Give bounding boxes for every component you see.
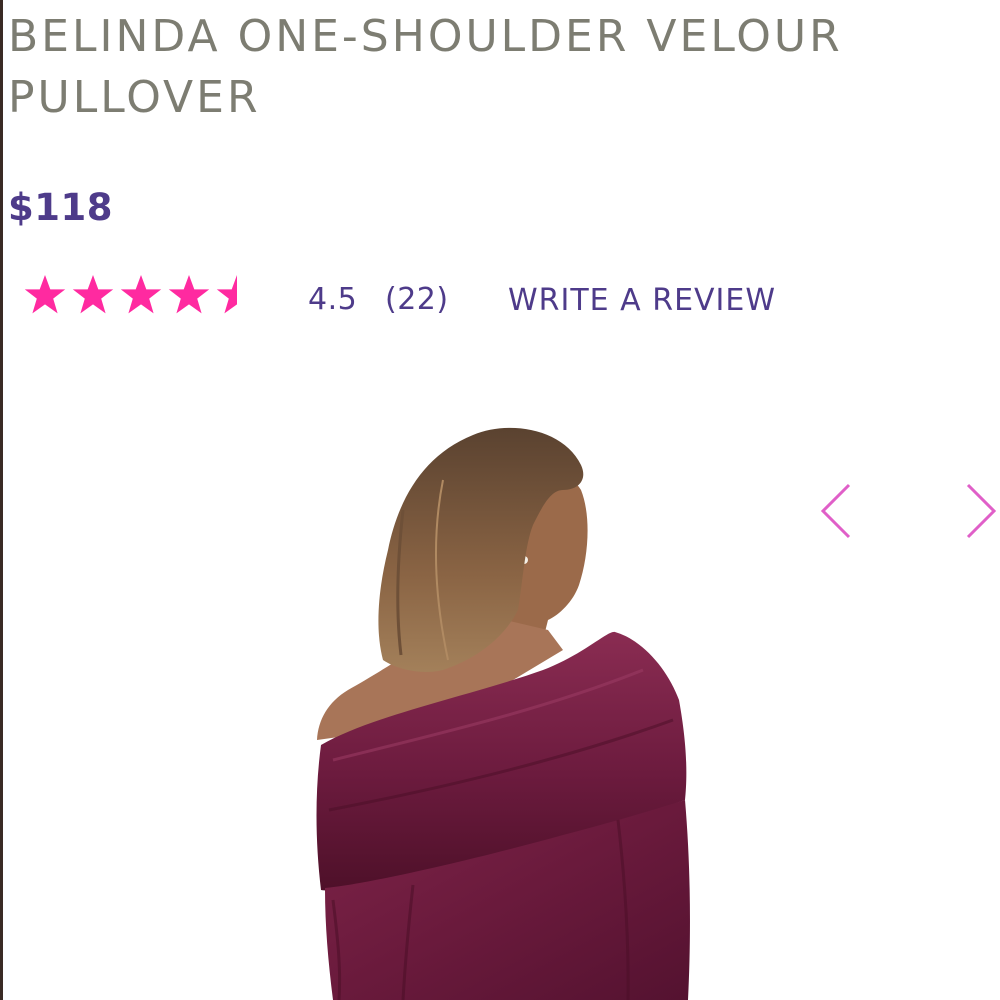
chevron-left-icon[interactable] <box>817 481 857 541</box>
rating-value: 4.5 <box>308 282 358 317</box>
product-image-gallery[interactable] <box>3 340 1000 1000</box>
star-icon <box>24 275 66 314</box>
star-icon <box>168 275 210 314</box>
review-count[interactable]: (22) <box>385 282 449 317</box>
product-price: $118 <box>8 186 113 229</box>
half-star-icon <box>216 275 237 314</box>
chevron-right-icon[interactable] <box>960 481 1000 541</box>
product-title: BELINDA ONE-SHOULDER VELOUR PULLOVER <box>8 11 843 123</box>
star-icon <box>120 275 162 314</box>
star-icon <box>72 275 114 314</box>
write-review-link[interactable]: WRITE A REVIEW <box>508 283 776 318</box>
product-photo <box>316 427 690 1000</box>
star-rating[interactable] <box>22 272 260 318</box>
